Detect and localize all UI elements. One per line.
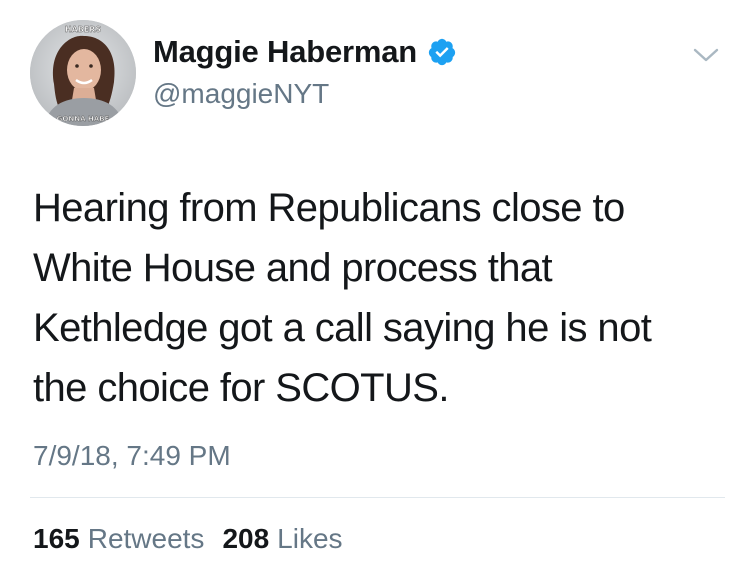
- retweets-stat[interactable]: 165 Retweets: [33, 523, 204, 555]
- verified-badge-icon: [427, 37, 457, 67]
- chevron-down-icon[interactable]: [692, 44, 720, 66]
- retweets-label: Retweets: [87, 523, 205, 554]
- likes-count: 208: [222, 523, 270, 554]
- author-display-name[interactable]: Maggie Haberman: [153, 34, 417, 70]
- author-handle[interactable]: @maggieNYT: [153, 78, 329, 110]
- author-name-row: Maggie Haberman: [153, 34, 457, 70]
- likes-stat[interactable]: 208 Likes: [222, 523, 342, 555]
- tweet-text: Hearing from Republicans close to White …: [33, 186, 652, 410]
- avatar-bottom-text: GONNA HABE: [57, 115, 110, 123]
- tweet-stats: 165 Retweets 208 Likes: [33, 523, 343, 555]
- avatar-image: HABERS GONNA HABE: [30, 20, 136, 126]
- likes-label: Likes: [277, 523, 343, 554]
- tweet-timestamp[interactable]: 7/9/18, 7:49 PM: [33, 440, 231, 472]
- retweets-count: 165: [33, 523, 80, 554]
- avatar[interactable]: HABERS GONNA HABE: [30, 20, 136, 126]
- avatar-top-text: HABERS: [65, 25, 102, 34]
- divider: [30, 497, 725, 498]
- tweet-card: HABERS GONNA HABE Maggie Haberman @maggi…: [0, 0, 750, 579]
